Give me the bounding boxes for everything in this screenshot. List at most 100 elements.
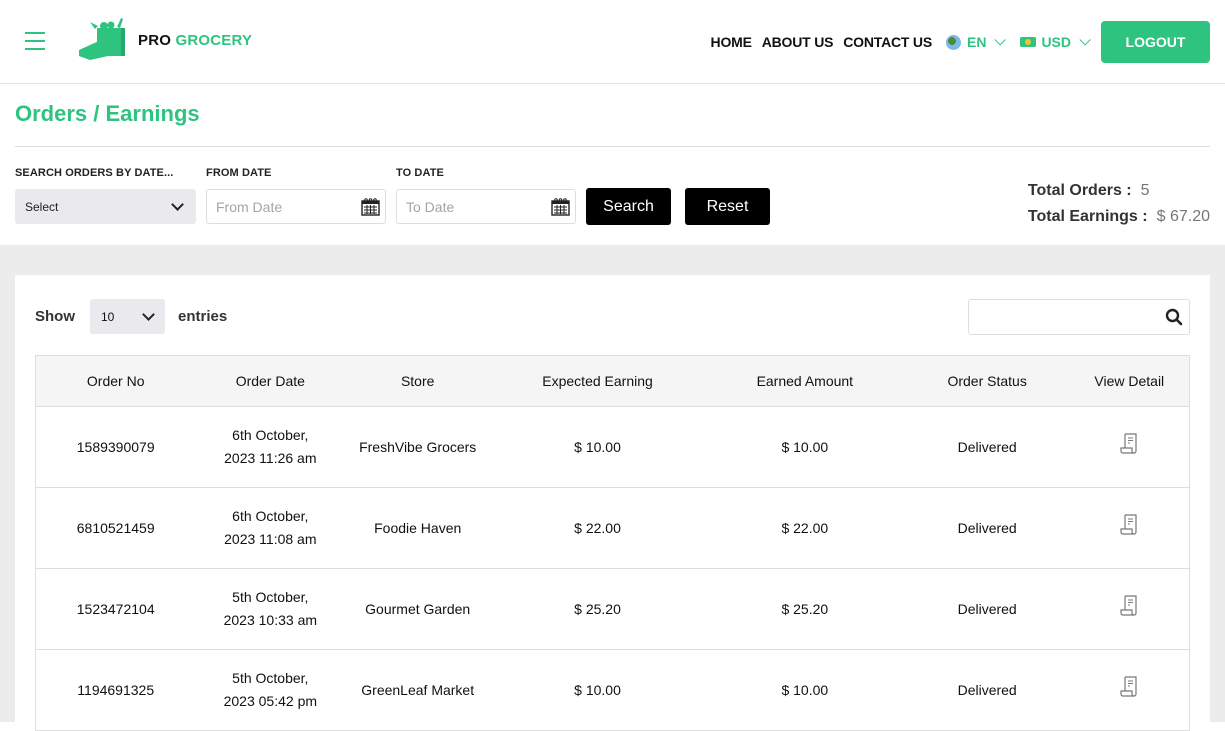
to-date-label: TO DATE [396, 167, 444, 179]
expected-earning: $ 22.00 [574, 519, 621, 536]
search-icon[interactable] [1165, 308, 1183, 326]
column-header-order-date[interactable]: Order Date [195, 355, 346, 407]
table-search-field[interactable] [968, 299, 1190, 335]
language-dropdown[interactable]: EN [945, 34, 1007, 50]
search-button[interactable]: Search [586, 188, 671, 225]
earned-amount: $ 22.00 [781, 519, 829, 536]
column-header-expected-earning[interactable]: Expected Earning [490, 355, 705, 407]
store-name: FreshVibe Grocers [359, 438, 477, 455]
order-status: Delivered [957, 681, 1017, 698]
total-orders-value: 5 [1140, 182, 1150, 199]
table-search-input[interactable] [977, 300, 1157, 334]
earned-amount-cell: $ 10.00 [704, 649, 905, 731]
table-row: 1589390079 6th October, 2023 11:26 am Fre… [35, 406, 1190, 488]
column-header-store[interactable]: Store [345, 355, 491, 407]
hamburger-menu-icon[interactable] [25, 32, 45, 50]
receipt-icon[interactable] [1118, 594, 1140, 618]
nav-about-us[interactable]: ABOUT US [762, 34, 834, 50]
nav-home[interactable]: HOME [711, 34, 752, 50]
brand-logo[interactable]: PRO GROCERY [78, 14, 252, 66]
brand-name: PRO GROCERY [138, 32, 252, 49]
view-detail-cell [1069, 568, 1190, 650]
order-date-line2: 2023 10:33 am [223, 612, 318, 628]
from-date-field[interactable] [206, 189, 386, 224]
column-header-earned-amount[interactable]: Earned Amount [704, 355, 905, 407]
total-orders-label: Total Orders : [1027, 182, 1132, 199]
order-no-cell: 1523472104 [35, 568, 196, 650]
divider [15, 146, 1210, 147]
order-status-cell: Delivered [904, 649, 1070, 731]
chevron-down-icon [171, 198, 184, 211]
brand-name-first: PRO [138, 31, 172, 49]
column-header-order-no[interactable]: Order No [35, 355, 196, 407]
money-icon [1020, 37, 1037, 47]
table-row: 1194691325 5th October, 2023 05:42 pm Gre… [35, 649, 1190, 731]
expected-earning-cell: $ 10.00 [490, 406, 705, 488]
entries-label: entries [178, 308, 228, 325]
show-label: Show [35, 308, 75, 325]
order-date-line2: 2023 11:08 am [224, 531, 317, 547]
order-no: 6810521459 [76, 519, 155, 536]
order-date-line1: 5th October, [232, 670, 309, 686]
order-status-cell: Delivered [904, 487, 1070, 569]
currency-dropdown[interactable]: USD [1020, 34, 1091, 50]
grocery-bag-hand-icon [79, 18, 125, 60]
logout-button[interactable]: LOGOUT [1101, 21, 1210, 63]
chevron-down-icon [1079, 34, 1091, 46]
order-status: Delivered [957, 438, 1017, 455]
search-by-date-select[interactable]: Select [15, 189, 196, 224]
reset-button[interactable]: Reset [685, 188, 770, 225]
earned-amount-cell: $ 25.20 [704, 568, 905, 650]
store-cell: Gourmet Garden [345, 568, 491, 650]
order-no-cell: 1589390079 [35, 406, 196, 488]
search-by-date-label: SEARCH ORDERS BY DATE... [15, 167, 174, 179]
top-header: PRO GROCERY HOME ABOUT US CONTACT US EN … [0, 0, 1225, 84]
order-date-cell: 5th October, 2023 05:42 pm [195, 649, 346, 731]
brand-name-second: GROCERY [175, 31, 253, 49]
order-date-cell: 6th October, 2023 11:26 am [195, 406, 346, 488]
store-cell: FreshVibe Grocers [345, 406, 491, 488]
store-name: Gourmet Garden [365, 600, 471, 617]
order-date-line2: 2023 11:26 am [224, 450, 317, 466]
earned-amount: $ 25.20 [781, 600, 829, 617]
receipt-icon[interactable] [1118, 432, 1140, 456]
column-header-view-detail: View Detail [1069, 355, 1190, 407]
calendar-icon[interactable] [551, 198, 570, 216]
from-date-input[interactable] [216, 198, 356, 215]
orders-card: Show 10 entries Order No Order Date Stor… [15, 275, 1210, 731]
earned-amount-cell: $ 10.00 [704, 406, 905, 488]
table-row: 6810521459 6th October, 2023 11:08 am Foo… [35, 487, 1190, 569]
currency-value: USD [1041, 34, 1071, 50]
page-title: Orders / Earnings [15, 101, 200, 126]
chevron-down-icon [994, 34, 1007, 46]
order-status: Delivered [957, 519, 1017, 536]
column-header-order-status[interactable]: Order Status [904, 355, 1070, 407]
store-name: Foodie Haven [374, 519, 462, 536]
expected-earning: $ 25.20 [574, 600, 621, 617]
select-value: Select [25, 199, 59, 214]
order-date-line1: 6th October, [232, 427, 309, 443]
order-no: 1589390079 [76, 438, 155, 455]
expected-earning: $ 10.00 [574, 681, 621, 698]
calendar-icon[interactable] [361, 198, 380, 216]
receipt-icon[interactable] [1118, 675, 1140, 699]
entries-per-page-select[interactable]: 10 [90, 299, 165, 334]
order-no: 1194691325 [77, 681, 155, 698]
order-status: Delivered [957, 600, 1017, 617]
expected-earning: $ 10.00 [574, 438, 621, 455]
order-date-line2: 2023 05:42 pm [223, 693, 318, 709]
language-value: EN [966, 34, 987, 50]
order-status-cell: Delivered [904, 406, 1070, 488]
entries-value: 10 [101, 309, 115, 324]
to-date-input[interactable] [406, 198, 546, 215]
order-no-cell: 1194691325 [35, 649, 196, 731]
receipt-icon[interactable] [1118, 513, 1140, 537]
order-no: 1523472104 [76, 600, 155, 617]
order-status-cell: Delivered [904, 568, 1070, 650]
main-nav: HOME ABOUT US CONTACT US EN USD LOGOUT [711, 0, 1225, 84]
view-detail-cell [1069, 406, 1190, 488]
to-date-field[interactable] [396, 189, 576, 224]
store-cell: Foodie Haven [345, 487, 491, 569]
table-header-row: Order No Order Date Store Expected Earni… [35, 355, 1190, 407]
nav-contact-us[interactable]: CONTACT US [843, 34, 932, 50]
